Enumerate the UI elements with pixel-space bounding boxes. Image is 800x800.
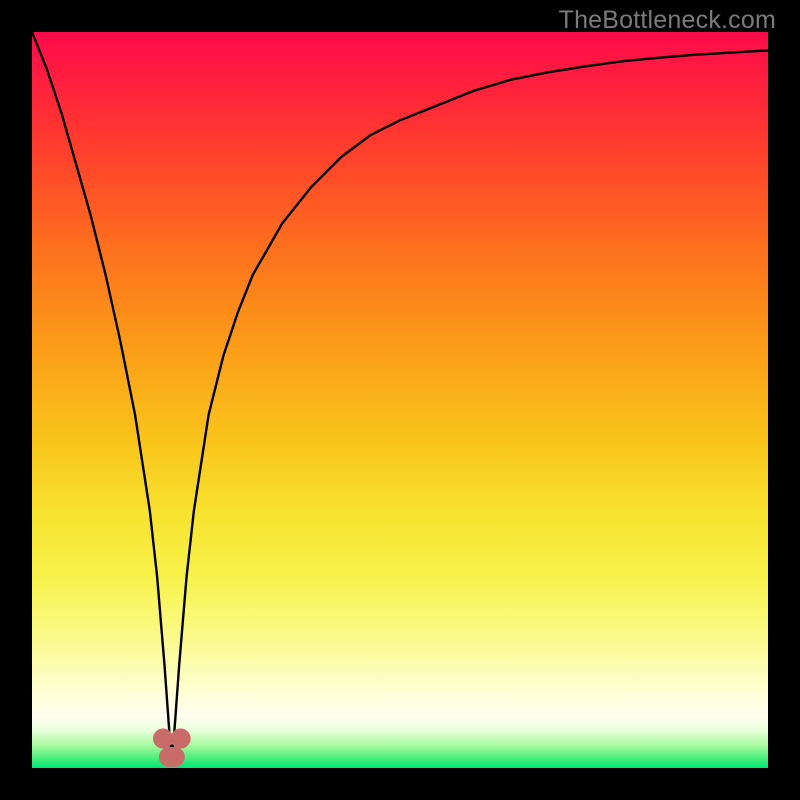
plot-area (32, 32, 768, 768)
bottleneck-curve (32, 32, 768, 746)
curve-min-marker (154, 729, 173, 748)
watermark-text: TheBottleneck.com (559, 6, 776, 35)
curve-min-markers (154, 729, 191, 766)
curve-min-marker (165, 747, 184, 766)
curve-layer (32, 32, 768, 768)
curve-min-marker (171, 729, 190, 748)
chart-frame: TheBottleneck.com (0, 0, 800, 800)
